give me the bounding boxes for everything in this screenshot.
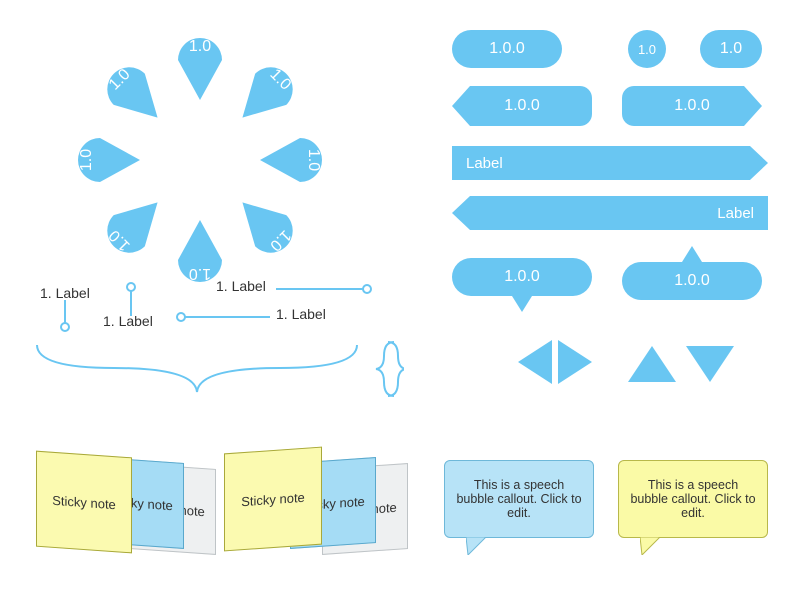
- petal[interactable]: 1.0: [60, 130, 140, 190]
- vertical-brace-icon[interactable]: [370, 338, 404, 405]
- pill-badge[interactable]: 1.0: [700, 30, 762, 68]
- arrow-right-badge[interactable]: 1.0.0: [622, 86, 762, 126]
- petal[interactable]: 1.0: [221, 181, 320, 280]
- petal[interactable]: 1.0: [260, 130, 340, 190]
- petal[interactable]: 1.0: [80, 40, 179, 139]
- petal[interactable]: 1.0: [80, 181, 179, 280]
- triangle-down-icon[interactable]: [686, 346, 734, 387]
- sticky-label: Sticky note: [241, 489, 305, 508]
- bar-arrow-right[interactable]: Label: [452, 146, 768, 180]
- petal-label: 1.0: [78, 130, 96, 190]
- badge-label: 1.0.0: [452, 86, 592, 126]
- callout-down[interactable]: 1.0.0: [452, 258, 592, 308]
- horizontal-brace-icon[interactable]: [32, 340, 362, 403]
- petal-flower: 1.0 1.0 1.0 1.0 1.0 1.0 1.0 1.0: [60, 20, 340, 300]
- petal-label: 1.0: [304, 130, 322, 190]
- speech-tail-icon: [466, 537, 488, 560]
- triangle-up-icon[interactable]: [628, 346, 676, 387]
- bar-arrow-left[interactable]: Label: [452, 196, 768, 230]
- petal-label: 1.0: [170, 38, 230, 56]
- badge-label: 1.0.0: [622, 86, 762, 126]
- speech-bubble[interactable]: This is a speech bubble callout. Click t…: [444, 460, 594, 538]
- petal[interactable]: 1.0: [170, 20, 230, 100]
- marker-label[interactable]: 1. Label: [40, 285, 90, 301]
- triangle-right-icon[interactable]: [558, 340, 592, 389]
- petal[interactable]: 1.0: [221, 40, 320, 139]
- callout-label: 1.0.0: [452, 258, 592, 296]
- sticky-note[interactable]: Sticky note: [36, 451, 132, 554]
- triangle-left-icon[interactable]: [518, 340, 552, 389]
- arrow-left-badge[interactable]: 1.0.0: [452, 86, 592, 126]
- callout-up[interactable]: 1.0.0: [622, 244, 762, 300]
- speech-tail-icon: [640, 537, 662, 560]
- marker-label[interactable]: 1. Label: [103, 313, 153, 329]
- marker-label[interactable]: 1. Label: [216, 278, 266, 294]
- pill-badge-small[interactable]: 1.0: [628, 30, 666, 68]
- speech-bubble[interactable]: This is a speech bubble callout. Click t…: [618, 460, 768, 538]
- sticky-label: Sticky note: [52, 492, 116, 511]
- speech-text: This is a speech bubble callout. Click t…: [629, 478, 757, 520]
- bar-label: Label: [717, 196, 754, 230]
- sticky-note[interactable]: Sticky note: [224, 447, 322, 552]
- bar-label: Label: [466, 146, 503, 180]
- marker-label[interactable]: 1. Label: [276, 306, 326, 322]
- callout-label: 1.0.0: [622, 262, 762, 300]
- speech-text: This is a speech bubble callout. Click t…: [455, 478, 583, 520]
- pill-badge[interactable]: 1.0.0: [452, 30, 562, 68]
